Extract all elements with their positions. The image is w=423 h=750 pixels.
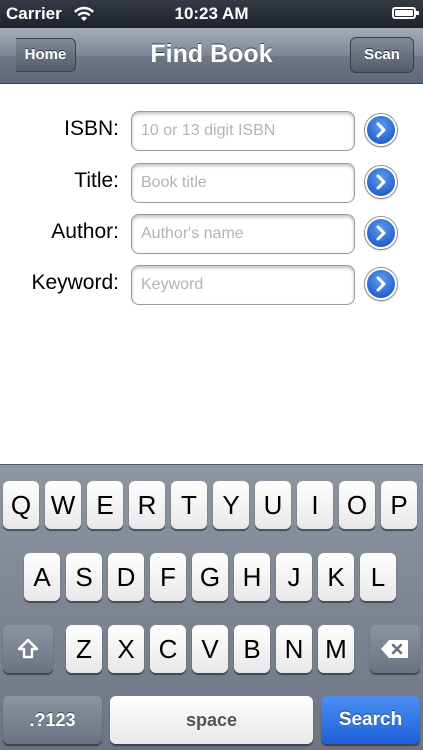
key-s[interactable]: S bbox=[66, 553, 102, 601]
key-y[interactable]: Y bbox=[213, 481, 249, 529]
key-l[interactable]: L bbox=[360, 553, 396, 601]
key-e[interactable]: E bbox=[87, 481, 123, 529]
key-r[interactable]: R bbox=[129, 481, 165, 529]
chevron-right-icon bbox=[376, 122, 386, 138]
key-u[interactable]: U bbox=[255, 481, 291, 529]
key-f[interactable]: F bbox=[150, 553, 186, 601]
status-time: 10:23 AM bbox=[174, 4, 249, 23]
chevron-right-icon bbox=[376, 174, 386, 190]
key-k[interactable]: K bbox=[318, 553, 354, 601]
key-v[interactable]: V bbox=[192, 625, 228, 673]
numbers-key[interactable]: .?123 bbox=[3, 696, 102, 744]
key-g[interactable]: G bbox=[192, 553, 228, 601]
key-w[interactable]: W bbox=[45, 481, 81, 529]
scan-button[interactable]: Scan bbox=[350, 37, 414, 73]
space-key[interactable]: space bbox=[110, 696, 313, 744]
key-q[interactable]: Q bbox=[3, 481, 39, 529]
keyboard: Q W E R T Y U I O P A S D F G H J K L Z … bbox=[0, 464, 423, 750]
shift-key[interactable] bbox=[3, 625, 53, 673]
author-row: Author: bbox=[0, 214, 423, 258]
delete-key[interactable] bbox=[370, 625, 420, 673]
key-x[interactable]: X bbox=[108, 625, 144, 673]
key-b[interactable]: B bbox=[234, 625, 270, 673]
key-j[interactable]: J bbox=[276, 553, 312, 601]
keyword-row: Keyword: bbox=[0, 265, 423, 309]
chevron-right-icon bbox=[376, 225, 386, 241]
title-row: Title: bbox=[0, 163, 423, 207]
status-bar: Carrier 10:23 AM bbox=[0, 0, 423, 28]
keyword-input[interactable] bbox=[131, 265, 355, 305]
key-t[interactable]: T bbox=[171, 481, 207, 529]
isbn-input[interactable] bbox=[131, 111, 355, 151]
navigation-bar: Home Find Book Scan bbox=[0, 28, 423, 84]
backspace-icon bbox=[381, 640, 408, 658]
author-input[interactable] bbox=[131, 214, 355, 254]
key-n[interactable]: N bbox=[276, 625, 312, 673]
isbn-label: ISBN: bbox=[64, 117, 119, 140]
title-label: Title: bbox=[74, 169, 119, 192]
key-h[interactable]: H bbox=[234, 553, 270, 601]
isbn-row: ISBN: bbox=[0, 111, 423, 155]
search-key[interactable]: Search bbox=[321, 696, 420, 744]
author-label: Author: bbox=[51, 220, 119, 243]
key-m[interactable]: M bbox=[318, 625, 354, 673]
keyword-go-button[interactable] bbox=[365, 268, 397, 300]
title-go-button[interactable] bbox=[365, 166, 397, 198]
keyword-label: Keyword: bbox=[31, 271, 119, 294]
key-z[interactable]: Z bbox=[66, 625, 102, 673]
key-i[interactable]: I bbox=[297, 481, 333, 529]
battery-icon bbox=[392, 7, 419, 19]
author-go-button[interactable] bbox=[365, 217, 397, 249]
key-p[interactable]: P bbox=[381, 481, 417, 529]
chevron-right-icon bbox=[376, 276, 386, 292]
key-c[interactable]: C bbox=[150, 625, 186, 673]
key-a[interactable]: A bbox=[24, 553, 60, 601]
key-d[interactable]: D bbox=[108, 553, 144, 601]
key-o[interactable]: O bbox=[339, 481, 375, 529]
title-input[interactable] bbox=[131, 163, 355, 203]
isbn-go-button[interactable] bbox=[365, 114, 397, 146]
shift-icon bbox=[17, 638, 39, 659]
